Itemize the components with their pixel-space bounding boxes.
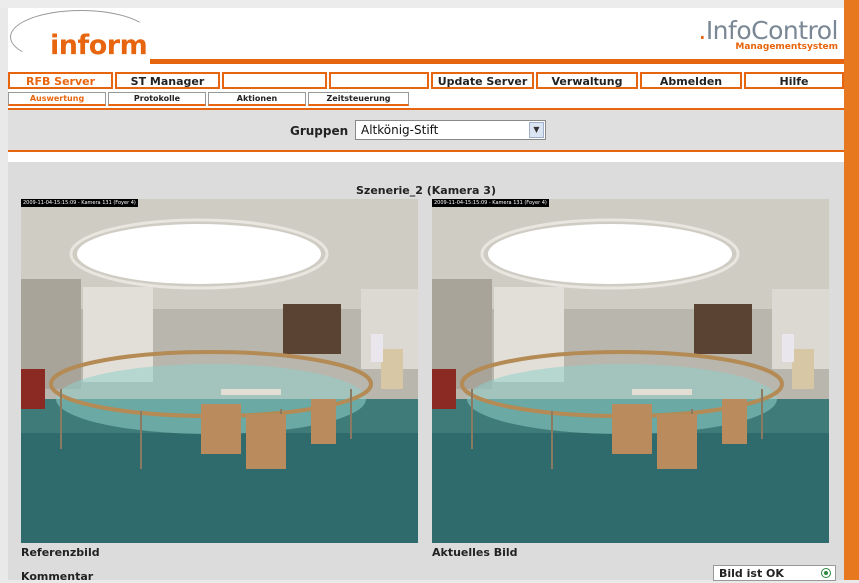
right-accent-bar	[844, 0, 859, 580]
subnav-aktionen[interactable]: Aktionen	[208, 92, 306, 106]
header-accent-line	[150, 59, 844, 64]
header: inform .InfoControl Managementsystem	[8, 8, 844, 70]
window-top-strip	[0, 0, 859, 8]
nav-st-manager[interactable]: ST Manager	[115, 72, 220, 89]
brand-name: .InfoControl	[698, 16, 838, 45]
image-ok-option[interactable]: Bild ist OK	[713, 565, 836, 581]
chevron-down-icon[interactable]: ▼	[529, 122, 544, 138]
scene-title: Szenerie_2 (Kamera 3)	[356, 184, 496, 197]
nav-empty-2[interactable]	[329, 72, 429, 89]
subnav-protokolle[interactable]: Protokolle	[108, 92, 206, 106]
nav-update-server[interactable]: Update Server	[431, 72, 534, 89]
nav-abmelden[interactable]: Abmelden	[640, 72, 742, 89]
reference-photo	[21, 199, 418, 543]
current-photo	[432, 199, 829, 543]
gruppen-select-value: Altkönig-Stift	[361, 123, 439, 137]
filter-bar: Gruppen Altkönig-Stift ▼	[8, 108, 844, 152]
current-image: 2009-11-04-15:15:09 - Kamera 131 (Foyer …	[432, 199, 829, 543]
reference-caption: Referenzbild	[21, 546, 100, 559]
gruppen-label: Gruppen	[290, 124, 349, 138]
content-area: Szenerie_2 (Kamera 3) 2009-11-04-15:15:0…	[8, 162, 844, 583]
nav-empty-1[interactable]	[222, 72, 327, 89]
current-timestamp: 2009-11-04-15:15:09 - Kamera 131 (Foyer …	[432, 199, 549, 207]
reference-timestamp: 2009-11-04-15:15:09 - Kamera 131 (Foyer …	[21, 199, 138, 207]
image-ok-label: Bild ist OK	[719, 567, 784, 580]
inform-logo: inform	[50, 30, 148, 61]
sub-nav: Auswertung Protokolle Aktionen Zeitsteue…	[8, 92, 844, 106]
image-ok-radio[interactable]	[821, 568, 831, 578]
main-nav: RFB Server ST Manager Update Server Verw…	[8, 72, 844, 90]
subnav-zeitsteuerung[interactable]: Zeitsteuerung	[308, 92, 409, 106]
gruppen-select[interactable]: Altkönig-Stift ▼	[355, 120, 546, 140]
subnav-auswertung[interactable]: Auswertung	[8, 92, 106, 106]
reference-image: 2009-11-04-15:15:09 - Kamera 131 (Foyer …	[21, 199, 418, 543]
page: inform .InfoControl Managementsystem RFB…	[8, 8, 844, 583]
comment-label: Kommentar	[21, 570, 94, 583]
nav-rfb-server[interactable]: RFB Server	[8, 72, 113, 89]
nav-hilfe[interactable]: Hilfe	[744, 72, 844, 89]
brand: .InfoControl Managementsystem	[698, 16, 838, 53]
current-caption: Aktuelles Bild	[432, 546, 518, 559]
nav-verwaltung[interactable]: Verwaltung	[536, 72, 638, 89]
